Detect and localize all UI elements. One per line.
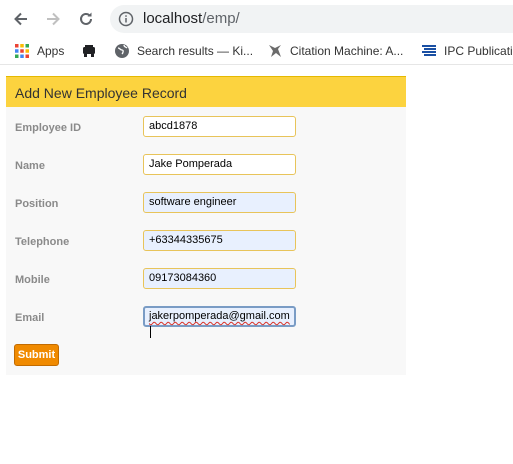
info-icon[interactable] — [118, 11, 134, 27]
employee-id-label: Employee ID — [15, 122, 82, 134]
mobile-input[interactable]: 09173084360 — [143, 268, 296, 289]
forward-button[interactable] — [42, 8, 64, 30]
form-header: Add New Employee Record — [6, 76, 406, 107]
back-arrow-icon — [14, 12, 27, 26]
email-input[interactable]: jakerpomperada@gmail.com — [143, 306, 296, 338]
bookmark-label: Citation Machine: A... — [290, 44, 404, 58]
browser-toolbar: localhost/emp/ — [0, 0, 513, 38]
forward-arrow-icon — [47, 12, 60, 26]
reload-button[interactable] — [75, 8, 97, 30]
submit-button[interactable]: Submit — [14, 344, 59, 366]
citation-machine-icon — [269, 45, 281, 57]
back-button[interactable] — [10, 8, 32, 30]
form-title: Add New Employee Record — [15, 85, 187, 101]
url-host: localhost — [143, 10, 203, 27]
globe-icon — [115, 44, 129, 58]
address-bar[interactable]: localhost/emp/ — [110, 5, 513, 33]
telephone-label: Telephone — [15, 236, 70, 248]
reload-icon — [80, 12, 92, 25]
telephone-input[interactable]: +63344335675 — [143, 230, 296, 251]
position-label: Position — [15, 198, 59, 210]
mobile-label: Mobile — [15, 274, 50, 286]
bookmark-icon — [83, 45, 95, 57]
ipc-icon — [422, 45, 436, 56]
name-input[interactable]: Jake Pomperada — [143, 154, 296, 175]
position-input[interactable]: software engineer — [143, 192, 296, 213]
apps-grid-icon — [15, 44, 29, 58]
url-path: /emp/ — [202, 10, 240, 27]
text-caret — [150, 326, 151, 338]
bookmark-item[interactable] — [81, 42, 104, 60]
email-value: jakerpomperada@gmail.com — [149, 310, 290, 322]
bookmarks-bar: Apps Search results — Ki... Citation Mac… — [0, 38, 513, 65]
employee-id-input[interactable]: abcd1878 — [143, 116, 296, 137]
employee-form: Add New Employee Record Employee ID abcd… — [6, 76, 406, 375]
email-label: Email — [15, 312, 45, 324]
url-text[interactable]: localhost/emp/ — [143, 10, 240, 27]
bookmark-citation-machine[interactable]: Citation Machine: A... — [267, 42, 403, 60]
bookmark-apps[interactable]: Apps — [14, 42, 64, 60]
bookmark-label: Apps — [37, 44, 65, 58]
bookmark-label: IPC Publicatio — [444, 44, 513, 58]
bookmark-label: Search results — Ki... — [137, 44, 254, 58]
bookmark-search-results[interactable]: Search results — Ki... — [114, 42, 253, 60]
bookmark-ipc[interactable]: IPC Publicatio — [421, 42, 513, 60]
name-label: Name — [15, 160, 45, 172]
